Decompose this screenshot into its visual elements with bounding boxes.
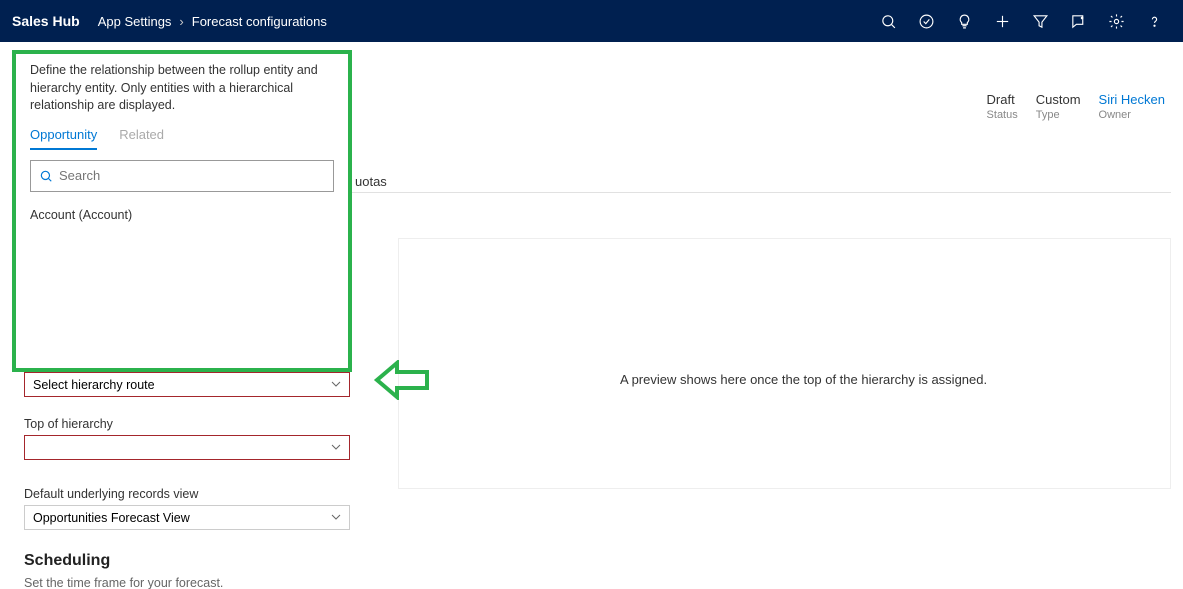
record-meta: Draft Status Custom Type Siri Hecken Own… xyxy=(987,92,1165,121)
assistant-icon[interactable] xyxy=(1061,0,1095,42)
chevron-right-icon: › xyxy=(179,14,183,29)
search-icon[interactable] xyxy=(871,0,905,42)
default-view-select[interactable]: Opportunities Forecast View xyxy=(24,505,350,530)
lightbulb-icon[interactable] xyxy=(947,0,981,42)
breadcrumb-item[interactable]: Forecast configurations xyxy=(192,14,327,29)
annotation-arrow-icon xyxy=(373,360,429,400)
section-title: Scheduling xyxy=(24,552,223,570)
hierarchy-route-popup: Define the relationship between the roll… xyxy=(12,50,352,372)
select-value: Opportunities Forecast View xyxy=(33,511,190,525)
section-subtitle: Set the time frame for your forecast. xyxy=(24,576,223,589)
meta-status: Draft Status xyxy=(987,92,1018,121)
preview-panel xyxy=(398,238,1171,489)
scheduling-section: Scheduling Set the time frame for your f… xyxy=(24,552,223,589)
search-icon xyxy=(39,169,53,183)
help-icon[interactable] xyxy=(1137,0,1171,42)
chevron-down-icon xyxy=(331,441,341,455)
list-item[interactable]: Account (Account) xyxy=(30,204,334,226)
field-label: Default underlying records view xyxy=(24,487,350,501)
top-nav: Sales Hub App Settings › Forecast config… xyxy=(0,0,1183,42)
meta-label: Owner xyxy=(1099,109,1131,121)
tab-related[interactable]: Related xyxy=(119,127,164,150)
field-label: Top of hierarchy xyxy=(24,417,350,431)
meta-type: Custom Type xyxy=(1036,92,1081,121)
search-input[interactable] xyxy=(59,168,325,183)
task-icon[interactable] xyxy=(909,0,943,42)
field-top-of-hierarchy: Top of hierarchy xyxy=(24,417,350,460)
breadcrumb: App Settings › Forecast configurations xyxy=(98,14,327,29)
popup-tabs: Opportunity Related xyxy=(30,127,334,150)
popup-description: Define the relationship between the roll… xyxy=(30,62,334,115)
top-of-hierarchy-select[interactable] xyxy=(24,435,350,460)
meta-value: Custom xyxy=(1036,92,1081,107)
tab-opportunity[interactable]: Opportunity xyxy=(30,127,97,150)
field-default-view: Default underlying records view Opportun… xyxy=(24,487,350,530)
app-title: Sales Hub xyxy=(12,13,80,29)
tab-quotas-partial[interactable]: uotas xyxy=(355,174,387,189)
meta-value-link[interactable]: Siri Hecken xyxy=(1099,92,1165,107)
chevron-down-icon xyxy=(331,378,341,392)
header-icons xyxy=(871,0,1171,42)
preview-placeholder: A preview shows here once the top of the… xyxy=(620,372,987,387)
meta-owner[interactable]: Siri Hecken Owner xyxy=(1099,92,1165,121)
meta-label: Status xyxy=(987,109,1018,121)
filter-icon[interactable] xyxy=(1023,0,1057,42)
chevron-down-icon xyxy=(331,511,341,525)
search-input-wrapper[interactable] xyxy=(30,160,334,192)
hierarchy-route-select[interactable]: Select hierarchy route xyxy=(24,372,350,397)
meta-value: Draft xyxy=(987,92,1015,107)
field-hierarchy-route: Select hierarchy route xyxy=(24,372,350,397)
plus-icon[interactable] xyxy=(985,0,1019,42)
select-value: Select hierarchy route xyxy=(33,378,155,392)
meta-label: Type xyxy=(1036,109,1060,121)
breadcrumb-item[interactable]: App Settings xyxy=(98,14,172,29)
gear-icon[interactable] xyxy=(1099,0,1133,42)
